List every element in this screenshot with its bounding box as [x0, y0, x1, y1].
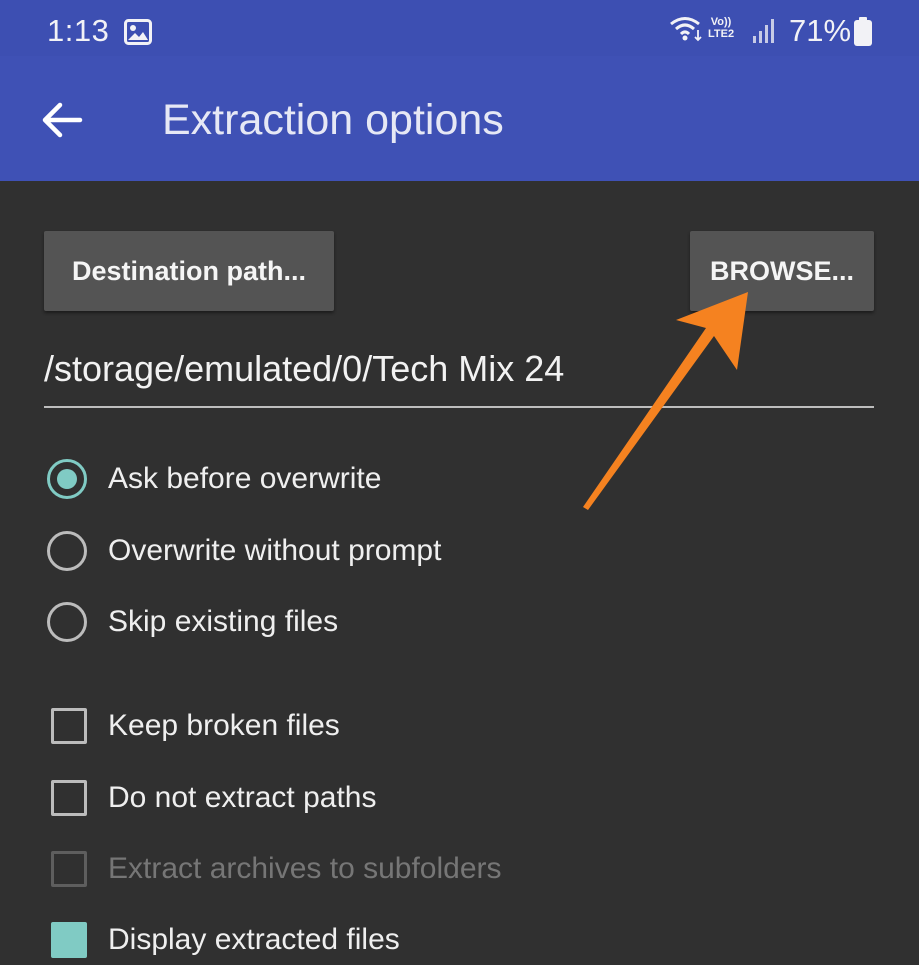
radio-ask-before-overwrite[interactable]: Ask before overwrite: [47, 454, 381, 504]
page-title: Extraction options: [162, 96, 504, 144]
destination-path-input[interactable]: /storage/emulated/0/Tech Mix 24: [44, 348, 874, 408]
status-time: 1:13: [47, 13, 110, 48]
checkbox-do-not-extract-paths[interactable]: Do not extract paths: [47, 773, 376, 823]
volte-line1: Vo)): [710, 16, 732, 28]
radio-label: Overwrite without prompt: [108, 534, 442, 567]
checkbox-label: Display extracted files: [108, 923, 400, 956]
checkbox-label: Keep broken files: [108, 709, 340, 742]
destination-path-button[interactable]: Destination path...: [44, 231, 334, 311]
checkbox-keep-broken-files[interactable]: Keep broken files: [47, 701, 340, 751]
radio-overwrite-without-prompt[interactable]: Overwrite without prompt: [47, 526, 441, 576]
checkbox-extract-to-subfolders: Extract archives to subfolders: [47, 844, 502, 894]
checkbox: [51, 851, 87, 887]
radio-label: Ask before overwrite: [108, 462, 382, 495]
battery-icon: [853, 17, 873, 52]
volte-indicator: Vo)) LTE2: [708, 16, 734, 40]
radio-skip-existing-files[interactable]: Skip existing files: [47, 597, 338, 647]
checkbox-display-extracted-files[interactable]: Display extracted files: [47, 915, 400, 965]
image-icon: [124, 19, 152, 50]
checkbox[interactable]: [51, 922, 87, 958]
volte-line2: LTE2: [708, 28, 735, 40]
checkbox-label: Do not extract paths: [108, 781, 377, 814]
radio-button[interactable]: [47, 459, 87, 499]
radio-button[interactable]: [47, 531, 87, 571]
checkbox[interactable]: [51, 708, 87, 744]
app-bar: Extraction options: [0, 56, 919, 181]
battery-percent: 71%: [789, 13, 852, 48]
radio-label: Skip existing files: [108, 605, 339, 638]
checkbox[interactable]: [51, 780, 87, 816]
arrow-left-icon[interactable]: [40, 98, 84, 142]
signal-icon: [752, 18, 776, 49]
browse-button[interactable]: BROWSE...: [690, 231, 874, 311]
checkbox-label: Extract archives to subfolders: [108, 852, 502, 885]
status-bar: 1:13 Vo)) LTE2 71%: [0, 0, 919, 56]
radio-button[interactable]: [47, 602, 87, 642]
wifi-icon: [668, 16, 704, 47]
